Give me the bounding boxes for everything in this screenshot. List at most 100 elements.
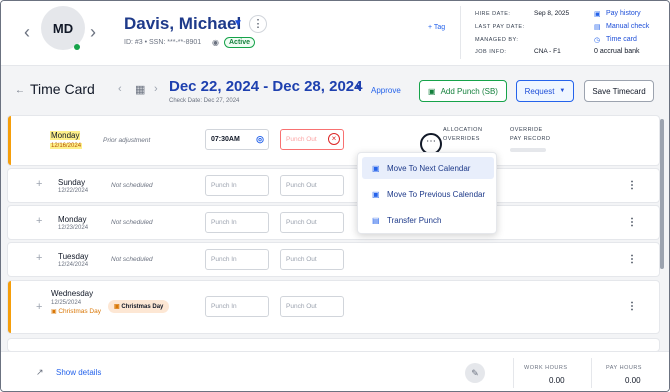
request-label: Request [524, 86, 555, 96]
edit-pencil-icon[interactable]: ✎ [465, 363, 485, 383]
punch-out-input[interactable]: Punch Out [280, 249, 344, 270]
employee-name[interactable]: Davis, Michael [124, 14, 241, 34]
chevron-down-icon[interactable]: ▼ [233, 18, 243, 29]
more-options-icon[interactable]: ⋮ [627, 217, 637, 228]
next-period-icon[interactable]: › [154, 83, 158, 95]
override-header: OVERRIDE [510, 127, 543, 133]
back-arrow-icon[interactable]: ← [15, 85, 25, 96]
day-row: + Tuesday 12/24/2024 Not scheduled Punch… [8, 243, 659, 276]
error-icon: × [328, 133, 340, 145]
divider [460, 6, 461, 59]
punch-out-placeholder: Punch Out [286, 256, 317, 263]
avatar-initials: MD [52, 20, 74, 36]
punch-in-input[interactable]: Punch In [205, 296, 269, 317]
prev-employee-icon[interactable]: ‹ [24, 23, 30, 41]
pay-hours-value: 0.00 [625, 376, 641, 385]
add-punch-button[interactable]: ▣ Add Punch (SB) [419, 80, 507, 102]
chevron-down-icon: ▼ [559, 88, 566, 94]
approve-link[interactable]: Approve [371, 86, 401, 95]
add-punch-label: Add Punch (SB) [440, 86, 498, 96]
more-options-icon[interactable]: ⋮ [627, 254, 637, 265]
check-date: Check Date: Dec 27, 2024 [169, 98, 240, 104]
punch-out-input[interactable]: Punch Out [280, 175, 344, 196]
expand-icon[interactable]: + [36, 178, 42, 190]
punch-in-input[interactable]: Punch In [205, 175, 269, 196]
clock-icon: ◷ [594, 37, 601, 44]
punch-out-input[interactable]: Punch Out [280, 212, 344, 233]
punch-in-placeholder: Punch In [211, 256, 237, 263]
manual-check-icon: ▤ [594, 24, 601, 31]
day-row: + Sunday 12/22/2024 Not scheduled Punch … [8, 169, 659, 202]
calendar-icon[interactable]: ▦ [135, 83, 145, 96]
day-name: Monday [58, 215, 87, 224]
hire-date-value: Sep 8, 2025 [534, 10, 570, 17]
fingerprint-icon: ◎ [256, 134, 264, 144]
punch-in-input[interactable]: Punch In [205, 249, 269, 270]
day-name: Tuesday [58, 252, 89, 261]
day-date: 12/25/2024 [51, 300, 82, 306]
work-hours-label: WORK HOURS [524, 365, 568, 371]
add-tag-link[interactable]: + Tag [428, 24, 445, 31]
more-options-icon[interactable]: ⋮ [627, 301, 637, 312]
work-hours-value: 0.00 [549, 376, 565, 385]
punch-in-input[interactable]: 07:30AM ◎ [205, 129, 269, 150]
holiday-badge-label: Christmas Day [121, 304, 164, 310]
save-timecard-label: Save Timecard [592, 86, 646, 96]
chevron-down-icon[interactable]: ▼ [354, 82, 363, 92]
overrides-header: OVERRIDES [443, 136, 480, 142]
row-note: Not scheduled [111, 219, 153, 226]
more-options-icon[interactable]: ⋮ [627, 180, 637, 191]
punch-in-placeholder: Punch In [211, 219, 237, 226]
row-actions-menu: ▣ Move To Next Calendar ▣ Move To Previous… [357, 152, 497, 234]
timecard-toolbar: ← Time Card ‹ ▦ › Dec 22, 2024 - Dec 28,… [1, 67, 669, 113]
day-row-partial [8, 339, 659, 351]
timecard-window: ‹ MD › Davis, Michael ▼ ⋮ ID: #3 • SSN: … [0, 0, 670, 392]
calendar-icon: ▣ [372, 163, 380, 173]
last-pay-label: LAST PAY DATE: [475, 24, 525, 30]
managed-by-label: MANAGED BY: [475, 37, 519, 43]
holiday-badge: ▣ Christmas Day [108, 300, 170, 313]
next-employee-icon[interactable]: › [90, 23, 96, 41]
prev-period-icon[interactable]: ‹ [118, 83, 122, 95]
day-row: + Monday 12/23/2024 Not scheduled Punch … [8, 206, 659, 239]
expand-icon[interactable]: + [36, 301, 42, 313]
page-title: Time Card [30, 81, 95, 97]
eye-icon[interactable]: ◉ [212, 38, 219, 47]
expand-icon[interactable]: + [36, 215, 42, 227]
show-details-link[interactable]: Show details [56, 368, 101, 377]
calendar-icon: ▣ [372, 189, 380, 199]
punch-in-placeholder: Punch In [211, 303, 237, 310]
punch-out-placeholder: Punch Out [286, 219, 317, 226]
date-range-selector[interactable]: Dec 22, 2024 - Dec 28, 2024 [169, 78, 362, 95]
menu-item-move-next[interactable]: ▣ Move To Next Calendar [362, 157, 494, 179]
day-date: 12/23/2024 [58, 225, 89, 231]
pay-history-link[interactable]: Pay history [606, 10, 641, 17]
day-name: Wednesday [51, 289, 94, 298]
day-date: 12/24/2024 [58, 262, 89, 268]
punch-out-placeholder: Punch Out [286, 182, 317, 189]
holiday-label: ▣ Christmas Day [51, 308, 101, 316]
employee-header: ‹ MD › Davis, Michael ▼ ⋮ ID: #3 • SSN: … [1, 1, 669, 66]
pay-hours-label: PAY HOURS [606, 365, 642, 371]
pay-record-header: PAY RECORD [510, 136, 551, 142]
divider [513, 358, 514, 388]
day-row-holiday: + Wednesday 12/25/2024 ▣ Christmas Day ▣… [8, 281, 659, 333]
day-name: Sunday [58, 178, 86, 187]
time-card-link[interactable]: Time card [606, 36, 637, 43]
punch-out-input[interactable]: Punch Out × [280, 129, 344, 150]
expand-icon[interactable]: + [36, 252, 42, 264]
scrollbar-thumb[interactable] [660, 119, 664, 269]
request-dropdown[interactable]: Request ▼ [516, 80, 574, 102]
punch-in-input[interactable]: Punch In [205, 212, 269, 233]
day-date: 12/22/2024 [58, 188, 89, 194]
menu-item-move-previous[interactable]: ▣ Move To Previous Calendar [362, 183, 494, 205]
allocation-header: ALLOCATION [443, 127, 483, 133]
punch-out-placeholder: Punch Out [286, 303, 317, 310]
day-date: 12/16/2024 [50, 143, 83, 149]
save-timecard-button[interactable]: Save Timecard [584, 80, 654, 102]
menu-item-label: Move To Next Calendar [387, 163, 471, 173]
manual-check-link[interactable]: Manual check [606, 23, 649, 30]
menu-item-transfer-punch[interactable]: ▤ Transfer Punch [362, 209, 494, 231]
punch-out-input[interactable]: Punch Out [280, 296, 344, 317]
more-options-icon[interactable]: ⋮ [249, 15, 267, 33]
